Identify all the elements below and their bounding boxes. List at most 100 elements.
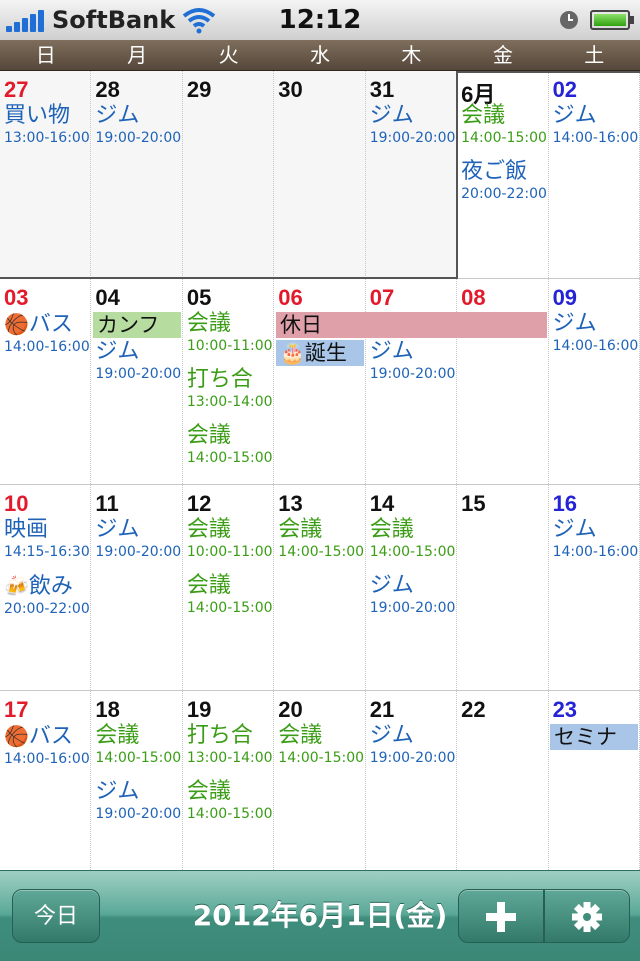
today-button[interactable]: 今日 bbox=[12, 889, 100, 943]
day-cell[interactable]: 23 bbox=[549, 691, 640, 870]
event-title: ジム bbox=[369, 573, 414, 598]
event-title: 会議 bbox=[186, 517, 231, 542]
day-cell[interactable]: 31 ジム 19:00-20:00 bbox=[365, 71, 458, 278]
event-item[interactable]: 会議 10:00-11:00 bbox=[187, 311, 273, 355]
day-cell[interactable]: 17 🏀バス 14:00-16:00 bbox=[0, 691, 92, 870]
event-title: ジム bbox=[95, 517, 140, 542]
day-cell[interactable]: 10 映画 14:15-16:30 🍻飲み 20:00-22:00 bbox=[0, 485, 92, 690]
day-number: 30 bbox=[278, 77, 303, 102]
day-cell[interactable]: 02 ジム 14:00-16:00 bbox=[549, 71, 640, 278]
event-item[interactable]: ジム 19:00-20:00 bbox=[370, 573, 456, 617]
event-item[interactable]: 🏀バス 14:00-16:00 bbox=[4, 723, 90, 768]
event-title: 会議 bbox=[278, 517, 323, 542]
event-time: 13:00-14:00 bbox=[186, 394, 273, 410]
day-cell[interactable]: 12 会議 10:00-11:00 会議 14:00-15:00 bbox=[183, 485, 275, 690]
weekday-header: 日 月 火 水 木 金 土 bbox=[0, 40, 640, 71]
day-cell[interactable]: 16 ジム 14:00-16:00 bbox=[549, 485, 640, 690]
event-title: ジム bbox=[95, 339, 140, 364]
day-cell[interactable]: 09 ジム 14:00-16:00 bbox=[549, 279, 640, 484]
all-day-event-conference[interactable]: カンフ bbox=[93, 312, 181, 338]
weekday-label: 日 bbox=[35, 43, 56, 67]
event-time: 14:00-15:00 bbox=[186, 806, 273, 822]
event-item[interactable]: 会議 14:00-15:00 bbox=[187, 573, 273, 617]
beer-icon: 🍻 bbox=[4, 574, 29, 598]
all-day-event-seminar[interactable]: セミナ bbox=[550, 724, 638, 750]
event-time: 19:00-20:00 bbox=[369, 366, 456, 382]
event-item[interactable]: 会議 14:00-15:00 bbox=[187, 423, 273, 467]
event-item[interactable]: ジム 19:00-20:00 bbox=[95, 339, 181, 383]
day-cell[interactable]: 22 bbox=[457, 691, 549, 870]
weekday-label: 水 bbox=[309, 43, 330, 67]
event-title: バス bbox=[28, 312, 73, 337]
bottom-toolbar: 今日 2012年6月1日(金) bbox=[0, 870, 640, 961]
all-day-event-label: カンフ bbox=[97, 313, 160, 337]
day-cell[interactable]: 14 会議 14:00-15:00 ジム 19:00-20:00 bbox=[366, 485, 458, 690]
event-time: 10:00-11:00 bbox=[186, 338, 273, 354]
event-item[interactable]: ジム 19:00-20:00 bbox=[370, 723, 456, 767]
event-time: 14:00-16:00 bbox=[552, 338, 639, 354]
day-cell[interactable]: 07 ジム 19:00-20:00 bbox=[366, 279, 458, 484]
battery-icon bbox=[590, 10, 634, 30]
event-item[interactable]: ジム 19:00-20:00 bbox=[95, 779, 181, 823]
day-cell[interactable]: 05 会議 10:00-11:00 打ち合 13:00-14:00 会議 14:00-15:… bbox=[183, 279, 275, 484]
day-cell[interactable]: 6月 会議 14:00-15:00 夜ご飯 20:00-22:00 bbox=[457, 71, 549, 278]
event-time: 14:00-16:00 bbox=[4, 751, 90, 767]
event-item[interactable]: 会議 14:00-15:00 bbox=[370, 517, 456, 561]
week-row: 03 🏀バス 14:00-16:00 04 ジム 19:00-20:00 05 会議 10:00… bbox=[0, 279, 640, 485]
event-title: 映画 bbox=[4, 517, 49, 542]
event-item[interactable]: 会議 14:00-15:00 bbox=[187, 779, 273, 823]
basketball-icon: 🏀 bbox=[4, 724, 29, 748]
all-day-event-birthday[interactable]: 🎂誕生 bbox=[276, 340, 364, 366]
day-cell[interactable]: 06 bbox=[274, 279, 366, 484]
event-item[interactable]: 打ち合 13:00-14:00 bbox=[187, 723, 273, 767]
day-cell[interactable]: 28 ジム 19:00-20:00 bbox=[91, 71, 183, 278]
event-item[interactable]: 会議 14:00-15:00 bbox=[278, 723, 364, 767]
day-cell[interactable]: 08 bbox=[457, 279, 549, 484]
event-time: 14:00-15:00 bbox=[278, 750, 365, 766]
day-cell[interactable]: 15 bbox=[457, 485, 549, 690]
event-item[interactable]: ジム 14:00-16:00 bbox=[553, 103, 639, 147]
all-day-event-holiday[interactable]: 休日 bbox=[276, 312, 547, 338]
day-number: 28 bbox=[95, 77, 120, 102]
event-item[interactable]: 打ち合 13:00-14:00 bbox=[187, 367, 273, 411]
day-cell[interactable]: 19 打ち合 13:00-14:00 会議 14:00-15:00 bbox=[183, 691, 275, 870]
day-cell[interactable]: 03 🏀バス 14:00-16:00 bbox=[0, 279, 92, 484]
event-time: 14:00-15:00 bbox=[369, 544, 456, 560]
day-cell[interactable]: 30 bbox=[274, 71, 366, 278]
event-item[interactable]: ジム 14:00-16:00 bbox=[553, 517, 639, 561]
add-event-button[interactable] bbox=[458, 889, 544, 943]
settings-button[interactable] bbox=[544, 889, 630, 943]
event-item[interactable]: 会議 10:00-11:00 bbox=[187, 517, 273, 561]
event-item[interactable]: ジム 19:00-20:00 bbox=[95, 103, 181, 147]
day-number: 05 bbox=[186, 285, 212, 310]
event-time: 19:00-20:00 bbox=[369, 750, 456, 766]
day-cell[interactable]: 13 会議 14:00-15:00 bbox=[274, 485, 366, 690]
weekday-label: 土 bbox=[584, 43, 605, 67]
event-title: ジム bbox=[552, 311, 597, 336]
event-time: 14:00-16:00 bbox=[4, 339, 90, 355]
day-number: 10 bbox=[4, 491, 29, 516]
day-cell[interactable]: 18 会議 14:00-15:00 ジム 19:00-20:00 bbox=[91, 691, 183, 870]
event-item[interactable]: ジム 19:00-20:00 bbox=[370, 339, 456, 383]
event-item[interactable]: 会議 14:00-15:00 bbox=[461, 103, 547, 147]
day-cell[interactable]: 04 ジム 19:00-20:00 bbox=[91, 279, 183, 484]
event-item[interactable]: ジム 19:00-20:00 bbox=[95, 517, 181, 561]
day-cell[interactable]: 27 買い物 13:00-16:00 bbox=[0, 71, 92, 278]
event-item[interactable]: 会議 14:00-15:00 bbox=[95, 723, 181, 767]
day-cell[interactable]: 29 bbox=[182, 71, 275, 278]
event-title: 会議 bbox=[278, 723, 323, 748]
day-cell[interactable]: 20 会議 14:00-15:00 bbox=[274, 691, 366, 870]
event-item[interactable]: 夜ご飯 20:00-22:00 bbox=[461, 159, 547, 203]
day-cell[interactable]: 21 ジム 19:00-20:00 bbox=[366, 691, 458, 870]
event-item[interactable]: 🍻飲み 20:00-22:00 bbox=[4, 573, 90, 618]
event-item[interactable]: 🏀バス 14:00-16:00 bbox=[4, 311, 90, 356]
event-item[interactable]: ジム 14:00-16:00 bbox=[553, 311, 639, 355]
event-item[interactable]: ジム 19:00-20:00 bbox=[370, 103, 456, 147]
event-time: 19:00-20:00 bbox=[95, 544, 182, 560]
event-item[interactable]: 買い物 13:00-16:00 bbox=[4, 103, 90, 147]
day-cell[interactable]: 11 ジム 19:00-20:00 bbox=[91, 485, 183, 690]
event-item[interactable]: 会議 14:00-15:00 bbox=[278, 517, 364, 561]
event-time: 19:00-20:00 bbox=[95, 366, 182, 382]
event-item[interactable]: 映画 14:15-16:30 bbox=[4, 517, 90, 561]
clock-time: 12:12 bbox=[278, 5, 362, 35]
